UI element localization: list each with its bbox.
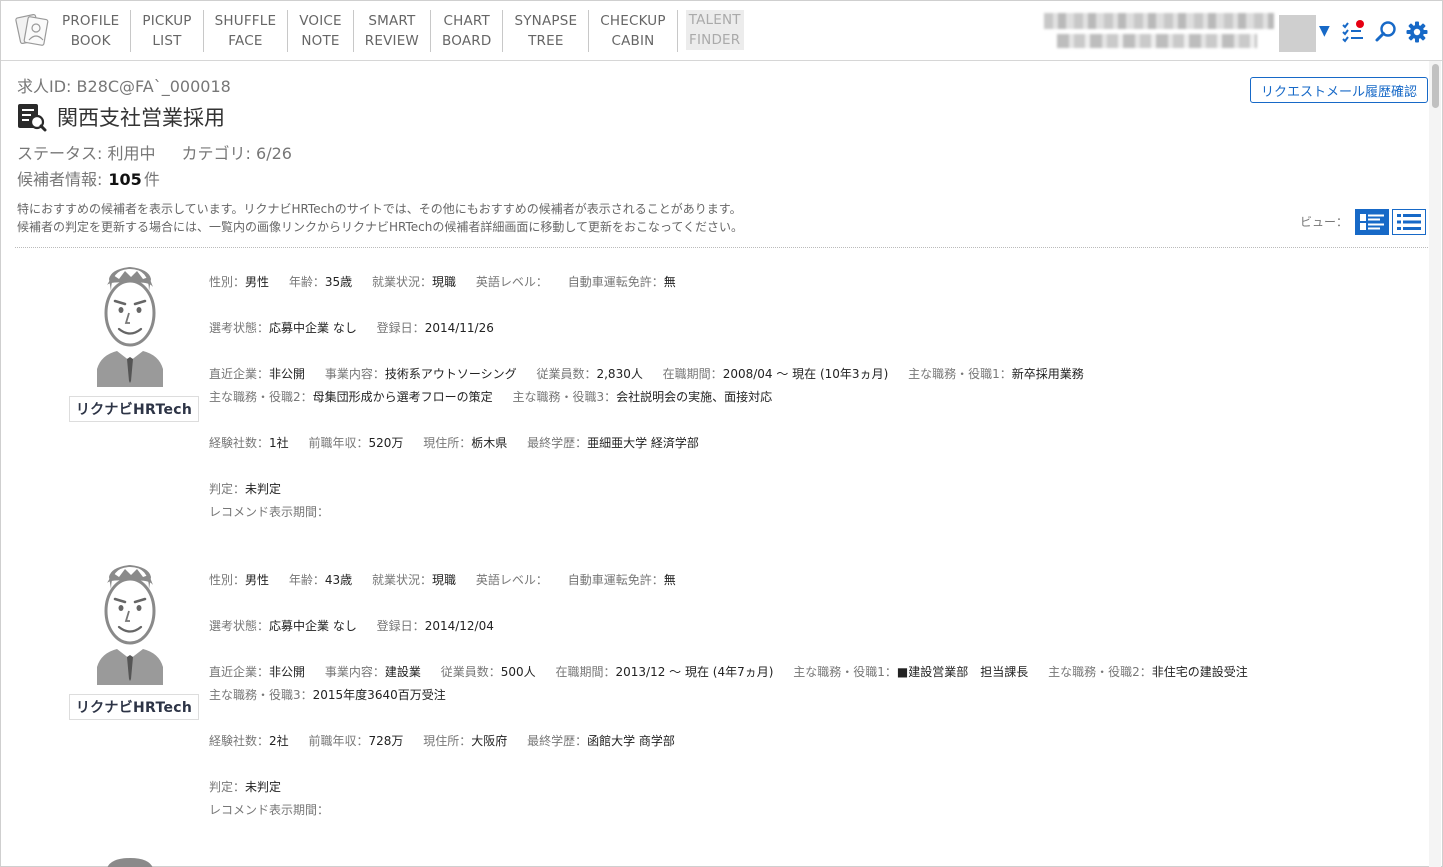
- nav-pickup-list[interactable]: PICKUP LIST: [131, 10, 204, 52]
- chevron-down-icon[interactable]: ▼: [1319, 23, 1330, 39]
- nav-smart-review[interactable]: SMART REVIEW: [354, 10, 431, 52]
- view-list-button[interactable]: [1392, 209, 1426, 235]
- category-field: カテゴリ: 6/26: [181, 144, 292, 163]
- top-bar: PROFILE BOOK PICKUP LIST SHUFFLE FACE VOICE…: [1, 1, 1442, 61]
- candidate-avatar-icon[interactable]: [97, 857, 163, 867]
- selection-row: 選考状態：応募中企業 なし 登録日：2014/11/26: [209, 321, 494, 335]
- view-label: ビュー：: [1300, 215, 1349, 229]
- candidate-count: 候補者情報: 105 件: [17, 170, 160, 189]
- list-view-icon: [1397, 214, 1421, 230]
- career-row: 直近企業：非公開 事業内容：技術系アウトソーシング 従業員数：2,830人 在職…: [209, 367, 1084, 381]
- status-field: ステータス: 利用中: [17, 144, 156, 163]
- selection-row: 選考状態：応募中企業 なし 登録日：2014/12/04: [209, 619, 494, 633]
- nav-synapse-tree[interactable]: SYNAPSE TREE: [503, 10, 590, 52]
- basic-info-row: 性別：男性 年齢：35歳 就業状況：現職 英語レベル： 自動車運転免許：無: [209, 275, 676, 289]
- background-row: 経験社数：2社 前職年収：728万 現住所：大阪府 最終学歴：函館大学 商学部: [209, 734, 675, 748]
- user-company-redacted: [1044, 13, 1274, 29]
- hrtech-logo[interactable]: リクナビHRTech: [69, 694, 199, 720]
- candidate-avatar-icon[interactable]: [97, 267, 163, 387]
- notice-text: 特におすすめの候補者を表示しています。リクナビHRTechのサイトでは、その他に…: [17, 202, 744, 234]
- nav-talent-finder[interactable]: TALENT FINDER: [685, 10, 744, 50]
- job-id-value: B28C@FA`_000018: [76, 77, 231, 96]
- hrtech-logo[interactable]: リクナビHRTech: [69, 396, 199, 422]
- notification-dot-icon: [1356, 20, 1364, 28]
- nav-voice-note[interactable]: VOICE NOTE: [288, 10, 354, 52]
- candidate-card: リクナビHRTech 性別：男性 年齢：43歳 就業状況：現職 英語レベル： 自…: [1, 549, 1421, 829]
- scrollbar-thumb[interactable]: [1432, 64, 1439, 108]
- scrollbar[interactable]: [1429, 61, 1441, 867]
- recommend-period-row: レコメンド表示期間：: [209, 505, 330, 519]
- job-id-label: 求人ID:: [17, 77, 72, 96]
- nav-chart-board[interactable]: CHART BOARD: [431, 10, 504, 52]
- task-list-icon[interactable]: [1341, 20, 1365, 44]
- job-id: 求人ID: B28C@FA`_000018: [17, 73, 231, 97]
- user-name-redacted: [1057, 34, 1257, 48]
- job-search-icon: [18, 104, 47, 132]
- career-row-2: 主な職務・役職2：母集団形成から選考フローの策定 主な職務・役職3：会社説明会の…: [209, 390, 773, 404]
- nav-profile-book[interactable]: PROFILE BOOK: [51, 10, 132, 52]
- divider: [15, 247, 1428, 248]
- judgement-row: 判定：未判定: [209, 482, 282, 496]
- basic-info-row: 性別：男性 年齢：43歳 就業状況：現職 英語レベル： 自動車運転免許：無: [209, 573, 676, 587]
- career-row: 直近企業：非公開 事業内容：建設業 従業員数：500人 在職期間：2013/12…: [209, 665, 1248, 679]
- candidate-avatar-icon[interactable]: [97, 565, 163, 685]
- avatar[interactable]: [1279, 15, 1316, 52]
- career-row-2: 主な職務・役職3：2015年度3640百万受注: [209, 688, 446, 702]
- judgement-row: 判定：未判定: [209, 780, 282, 794]
- candidate-card: リクナビHRTech 性別：男性 年齢：35歳 就業状況：現職 英語レベル： 自…: [1, 251, 1421, 531]
- page-title: 関西支社営業採用: [57, 106, 225, 130]
- main-nav: PROFILE BOOK PICKUP LIST SHUFFLE FACE VOICE…: [51, 10, 744, 52]
- app-logo-icon[interactable]: [15, 12, 49, 48]
- detail-view-icon: [1360, 214, 1384, 230]
- search-icon[interactable]: [1374, 20, 1398, 44]
- background-row: 経験社数：1社 前職年収：520万 現住所：栃木県 最終学歴：亜細亜大学 経済学…: [209, 436, 699, 450]
- request-mail-history-button[interactable]: リクエストメール履歴確認: [1250, 77, 1428, 103]
- nav-checkup-cabin[interactable]: CHECKUP CABIN: [589, 10, 678, 52]
- nav-shuffle-face[interactable]: SHUFFLE FACE: [204, 10, 289, 52]
- view-detail-button[interactable]: [1355, 209, 1389, 235]
- recommend-period-row: レコメンド表示期間：: [209, 803, 330, 817]
- job-status-line: ステータス: 利用中 カテゴリ: 6/26: [17, 140, 292, 164]
- gear-icon[interactable]: [1405, 20, 1429, 44]
